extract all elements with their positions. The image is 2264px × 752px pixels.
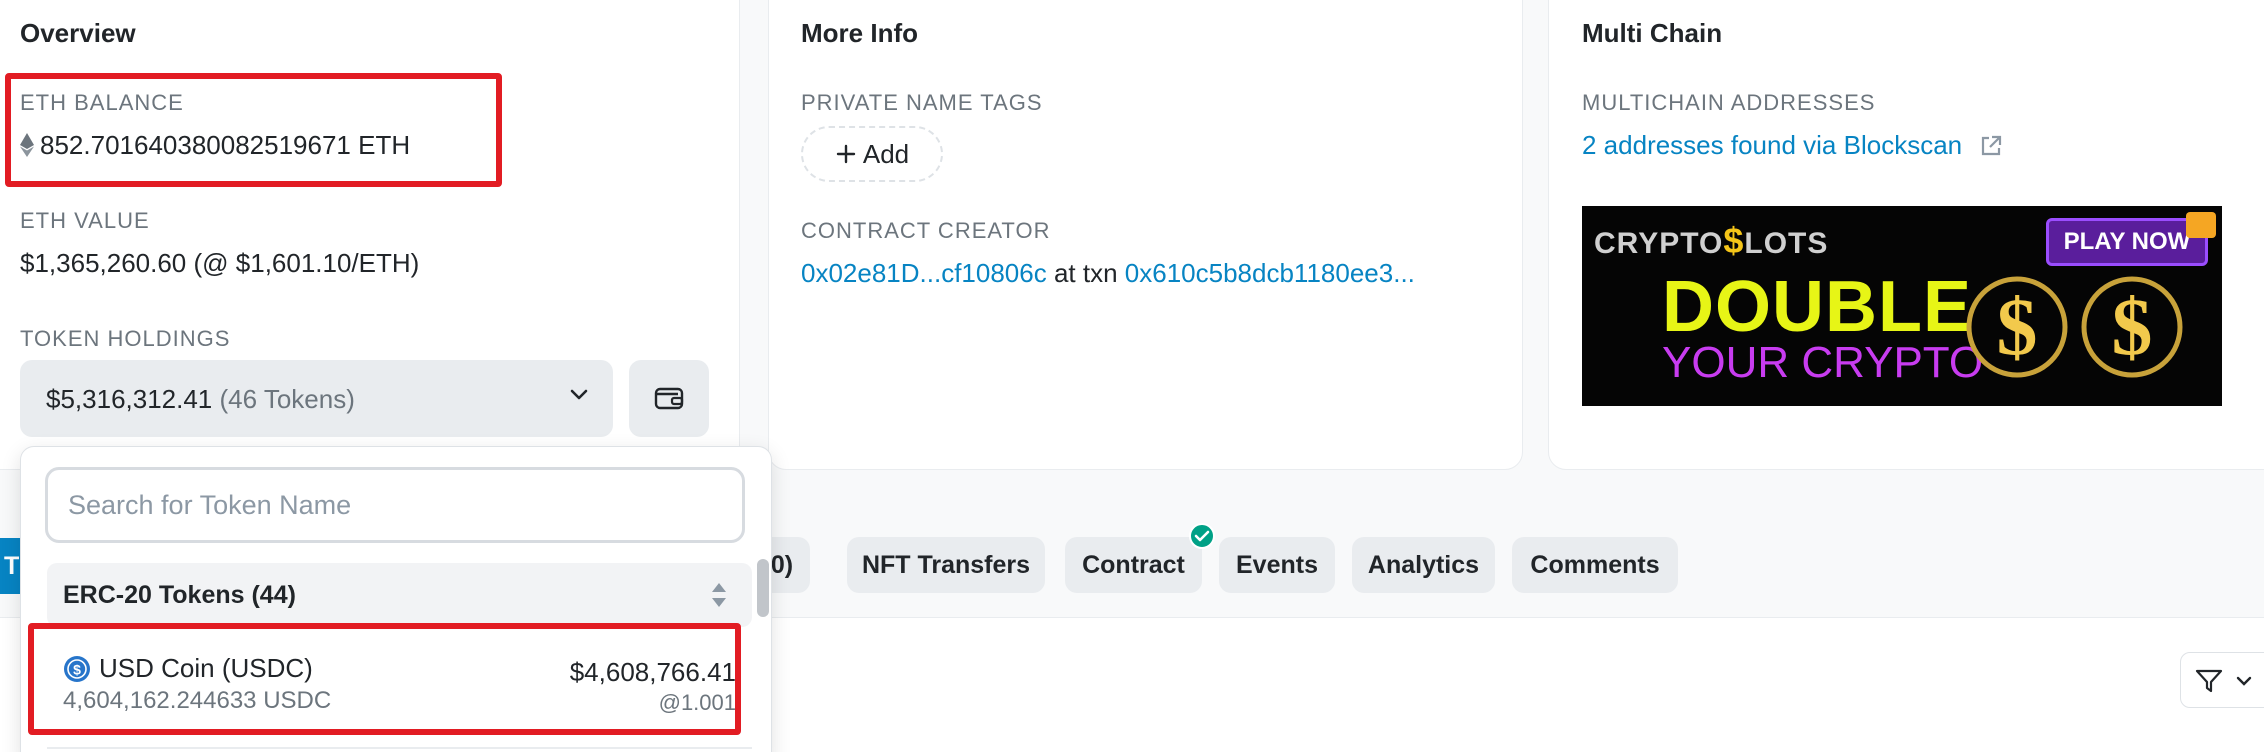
- sort-icon[interactable]: [710, 581, 728, 609]
- verified-check-icon: [1189, 523, 1215, 549]
- row-divider: [47, 747, 752, 749]
- creator-txn-link[interactable]: 0x610c5b8dcb1180ee3...: [1125, 258, 1415, 288]
- multi-chain-title: Multi Chain: [1582, 18, 1723, 48]
- ad-mascot-icon: [2186, 212, 2216, 238]
- ad-banner[interactable]: CRYPTO$LOTS PLAY NOW DOUBLE YOUR CRYPTO …: [1582, 206, 2222, 406]
- token-holdings-panel: ERC-20 Tokens (44) $ USD Coin (USDC) 4,6…: [20, 446, 772, 752]
- usdc-icon: $: [64, 655, 90, 682]
- token-quantity: 4,604,162.244633 USDC: [63, 687, 332, 714]
- token-holdings-total: $5,316,312.41: [46, 384, 213, 414]
- add-name-tag-button[interactable]: Add: [801, 126, 943, 182]
- contract-creator-label: CONTRACT CREATOR: [801, 218, 1051, 243]
- token-row[interactable]: $ USD Coin (USDC) 4,604,162.244633 USDC …: [47, 627, 752, 727]
- dropdown-scrollbar[interactable]: [757, 559, 769, 617]
- page-root: Overview ETH BALANCE 852.701640380082519…: [0, 0, 2264, 752]
- token-rate: @1.001: [658, 690, 736, 715]
- tab-nft-transfers[interactable]: NFT Transfers: [847, 537, 1045, 593]
- plus-icon: [836, 144, 856, 164]
- wallet-icon: [654, 387, 684, 410]
- filter-button[interactable]: [2180, 652, 2264, 708]
- eth-value-amount: $1,365,260.60 (@ $1,601.10/ETH): [20, 248, 420, 278]
- token-holdings-dropdown[interactable]: $5,316,312.41 (46 Tokens): [20, 360, 613, 437]
- ad-headline: DOUBLE: [1662, 267, 1972, 347]
- tab-events[interactable]: Events: [1219, 537, 1335, 593]
- eth-balance-value: 852.701640380082519671 ETH: [20, 130, 410, 161]
- svg-text:$: $: [2112, 281, 2153, 372]
- token-name: $ USD Coin (USDC): [63, 653, 313, 684]
- add-label: Add: [862, 138, 910, 169]
- multichain-addresses-label: MULTICHAIN ADDRESSES: [1582, 90, 1876, 115]
- creator-address-link[interactable]: 0x02e81D...cf10806c: [801, 258, 1047, 288]
- multichain-addresses-row: 2 addresses found via Blockscan: [1582, 130, 2004, 161]
- overview-title: Overview: [20, 18, 136, 48]
- external-link-icon[interactable]: [1978, 133, 2004, 159]
- ad-subline: YOUR CRYPTO: [1662, 338, 1984, 387]
- filter-icon: [2195, 669, 2223, 693]
- token-holdings-value: $5,316,312.41 (46 Tokens): [46, 384, 355, 415]
- ad-brand-left: CRYPTO: [1594, 227, 1724, 260]
- erc20-group-title: ERC-20 Tokens (44): [63, 581, 296, 609]
- more-info-title: More Info: [801, 18, 918, 48]
- tab-transactions-partial[interactable]: T: [0, 538, 22, 594]
- token-name-label: USD Coin (USDC): [99, 653, 313, 683]
- private-name-tags-label: PRIVATE NAME TAGS: [801, 90, 1043, 115]
- contract-creator-row: 0x02e81D...cf10806c at txn 0x610c5b8dcb1…: [801, 258, 1415, 289]
- eth-value-label: ETH VALUE: [20, 208, 150, 233]
- ad-play-now-button[interactable]: PLAY NOW: [2046, 218, 2208, 266]
- token-holdings-count: (46 Tokens): [219, 384, 355, 414]
- erc20-group-header[interactable]: ERC-20 Tokens (44): [47, 563, 752, 627]
- svg-text:$: $: [73, 661, 81, 677]
- at-txn-text: at txn: [1053, 258, 1118, 288]
- token-search-input[interactable]: [45, 467, 745, 543]
- wallet-button[interactable]: [629, 360, 709, 437]
- token-holdings-label: TOKEN HOLDINGS: [20, 326, 231, 351]
- tab-comments[interactable]: Comments: [1512, 537, 1678, 593]
- svg-text:$: $: [1997, 281, 2038, 372]
- dollar-icon: $: [1723, 220, 1745, 261]
- ad-brand-right: LOTS: [1744, 227, 1829, 260]
- chevron-down-icon: [2236, 676, 2252, 686]
- eth-balance-amount: 852.701640380082519671 ETH: [40, 130, 411, 160]
- eth-balance-label: ETH BALANCE: [20, 90, 184, 115]
- ad-brand: CRYPTO$LOTS: [1594, 220, 1828, 262]
- ad-coins-icon: $ $: [1966, 276, 2183, 378]
- chevron-down-icon: [570, 389, 588, 400]
- token-usd-value: $4,608,766.41: [569, 657, 736, 687]
- tab-analytics[interactable]: Analytics: [1352, 537, 1495, 593]
- ethereum-icon: [20, 133, 34, 157]
- tab-contract[interactable]: Contract: [1065, 537, 1202, 593]
- blockscan-link[interactable]: 2 addresses found via Blockscan: [1582, 130, 1962, 161]
